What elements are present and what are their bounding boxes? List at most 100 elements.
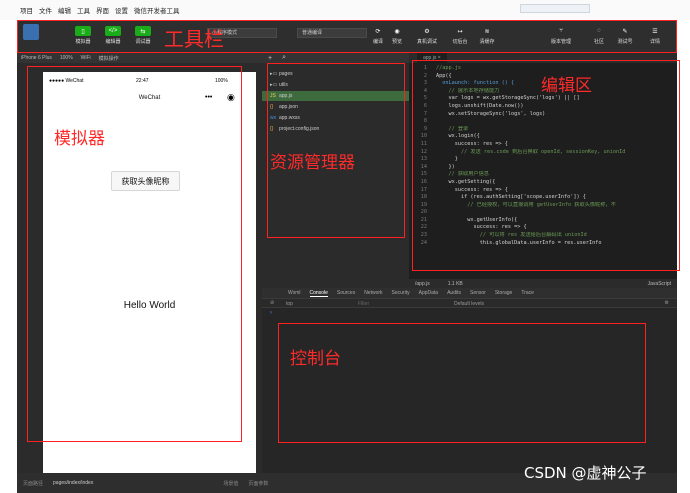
test-id-button[interactable]: ✎ 测试号 (617, 26, 633, 46)
devtools-tab-storage[interactable]: Storage (495, 290, 513, 296)
line-text: // 已经授权，可以直接调用 getUserInfo 获取头像昵称，不 (436, 201, 616, 208)
search-icon[interactable]: ⌕ (282, 54, 286, 62)
background-button[interactable]: ↦ 切后台 (452, 26, 468, 46)
menu-settings[interactable]: 设置 (115, 5, 128, 15)
levels-select[interactable]: Default levels (454, 301, 484, 307)
simulator-toggle-button[interactable]: ▯ 模拟器 (75, 26, 91, 45)
branch-icon: ⑂ (559, 28, 563, 34)
close-capsule-icon[interactable]: ◉ (227, 92, 235, 103)
battery-text: 100% (215, 78, 228, 84)
line-number: 23 (420, 232, 427, 239)
file-item-app-js[interactable]: JS app.js (262, 91, 409, 101)
simulate-op-select[interactable]: 模拟操作 (99, 55, 119, 62)
preview-button[interactable]: ◉ 预览 (389, 26, 405, 46)
file-item-app-wxss[interactable]: wx app.wxss (270, 113, 409, 123)
line-text: wx.login({ (436, 133, 480, 140)
real-device-debug-label: 真机调试 (417, 39, 438, 45)
context-select[interactable]: top (286, 301, 293, 307)
file-item-pages[interactable]: ▸▭ pages (270, 69, 409, 79)
simulator-panel: iPhone 6 Plus 100% WiFi 模拟操作 ●●●●● WeCha… (17, 53, 262, 482)
network-select[interactable]: WiFi (81, 55, 91, 61)
line-number: 15 (420, 171, 427, 178)
more-icon[interactable]: ••• (205, 94, 212, 101)
prompt-icon[interactable]: › (270, 310, 272, 316)
line-number: 1 (423, 65, 427, 71)
get-user-info-button[interactable]: 获取头像昵称 (111, 171, 180, 191)
zoom-select[interactable]: 100% (60, 55, 73, 61)
line-number: 13 (420, 156, 427, 163)
page-params[interactable]: 页面参数 (248, 480, 268, 487)
code-line: 12 // 发送 res.code 到后台换取 openId, sessionK… (409, 149, 677, 157)
status-language: JavaScript (647, 280, 671, 287)
devtools-tab-sources[interactable]: Sources (337, 290, 355, 296)
file-item-project-config[interactable]: {} project.config.json (270, 124, 409, 134)
toolbar: ▯ 模拟器 </> 编辑器 ⇆ 调试器 小程序模式 普通编译 ⟳ 编译 ◉ 预览… (17, 20, 677, 53)
menu-bar: 项目 文件 编辑 工具 界面 设置 微信开发者工具 (0, 0, 690, 20)
community-button[interactable]: ◌ 社区 (591, 26, 607, 45)
avatar[interactable] (23, 24, 39, 40)
clear-cache-button[interactable]: ≋ 清缓存 (479, 26, 495, 46)
devtools-tab-wxml[interactable]: Wxml (288, 290, 301, 296)
details-button[interactable]: ☰ 详情 (647, 26, 663, 46)
refresh-icon: ⟳ (375, 28, 381, 35)
status-size: 1.1 KB (447, 280, 463, 287)
devtools-tab-sensor[interactable]: Sensor (470, 290, 486, 296)
close-icon[interactable]: × (438, 55, 441, 61)
editor-tab-app-js[interactable]: app.js × (417, 53, 447, 63)
menu-view[interactable]: 界面 (96, 5, 109, 15)
devtools-tab-trace[interactable]: Trace (521, 290, 534, 296)
devtools-tab-appdata[interactable]: AppData (419, 290, 438, 296)
folder-icon: ▸▭ (270, 71, 278, 77)
debugger-toggle-label: 调试器 (135, 39, 151, 45)
debug-icon: ⇆ (135, 26, 151, 36)
background-label: 切后台 (452, 39, 468, 45)
debugger-toggle-button[interactable]: ⇆ 调试器 (135, 26, 151, 45)
code-line: 22 success: res => { (409, 224, 677, 232)
gear-icon[interactable]: ⚙ (665, 300, 669, 306)
line-text: success: res => { (436, 140, 508, 147)
compile-select[interactable]: 普通编译 (297, 28, 367, 38)
line-text: success: res => { (436, 224, 527, 231)
clear-cache-label: 清缓存 (479, 39, 495, 45)
filter-input[interactable]: Filter (358, 301, 369, 307)
menu-file[interactable]: 文件 (39, 5, 52, 15)
scene-value[interactable]: 场景值 (223, 480, 238, 487)
explorer-toolbar: + ⌕ (262, 53, 409, 63)
add-file-icon[interactable]: + (268, 55, 272, 62)
line-text: } (436, 156, 458, 163)
console-panel: Wxml Console Sources Network Security AppData… (262, 288, 677, 473)
line-number: 19 (420, 201, 427, 208)
real-device-debug-button[interactable]: ⚙ 真机调试 (417, 26, 438, 46)
file-item-app-json[interactable]: {} app.json (270, 102, 409, 112)
devtools-tab-console[interactable]: Console (309, 290, 328, 297)
community-label: 社区 (593, 39, 604, 45)
menu-tools[interactable]: 工具 (77, 5, 90, 15)
editor-toggle-label: 编辑器 (105, 39, 121, 45)
line-number: 6 (423, 102, 427, 109)
line-text: logs.unshift(Date.now()) (436, 102, 524, 109)
line-number: 11 (420, 140, 427, 147)
line-number: 20 (420, 209, 427, 216)
editor-toggle-button[interactable]: </> 编辑器 (105, 26, 121, 45)
wxss-file-icon: wx (270, 115, 277, 121)
line-number: 10 (420, 133, 427, 140)
file-name: app.json (279, 104, 298, 110)
compile-button[interactable]: ⟳ 编译 (370, 26, 386, 46)
block-icon[interactable]: ⊘ (270, 300, 274, 306)
menu-project[interactable]: 项目 (20, 5, 33, 15)
line-number: 12 (420, 148, 427, 155)
page-path-value[interactable]: pages/index/index (53, 480, 93, 486)
line-text: // 发送 res.code 到后台换取 openId, sessionKey,… (436, 148, 626, 155)
devtools-tab-audits[interactable]: Audits (447, 290, 461, 296)
editor-tab-label: app.js (423, 55, 437, 61)
folder-icon: ▸▭ (270, 82, 278, 88)
devtools-tab-security[interactable]: Security (392, 290, 410, 296)
menu-devtools[interactable]: 微信开发者工具 (134, 5, 180, 15)
devtools-tab-network[interactable]: Network (364, 290, 382, 296)
file-item-utils[interactable]: ▸▭ utils (270, 80, 409, 90)
code-line: 9 // 登录 (409, 126, 677, 134)
code-line: 21 wx.getUserInfo({ (409, 217, 677, 225)
version-button[interactable]: ⑂ 版本管理 (551, 26, 571, 45)
device-select[interactable]: iPhone 6 Plus (21, 55, 52, 61)
menu-edit[interactable]: 编辑 (58, 5, 71, 15)
